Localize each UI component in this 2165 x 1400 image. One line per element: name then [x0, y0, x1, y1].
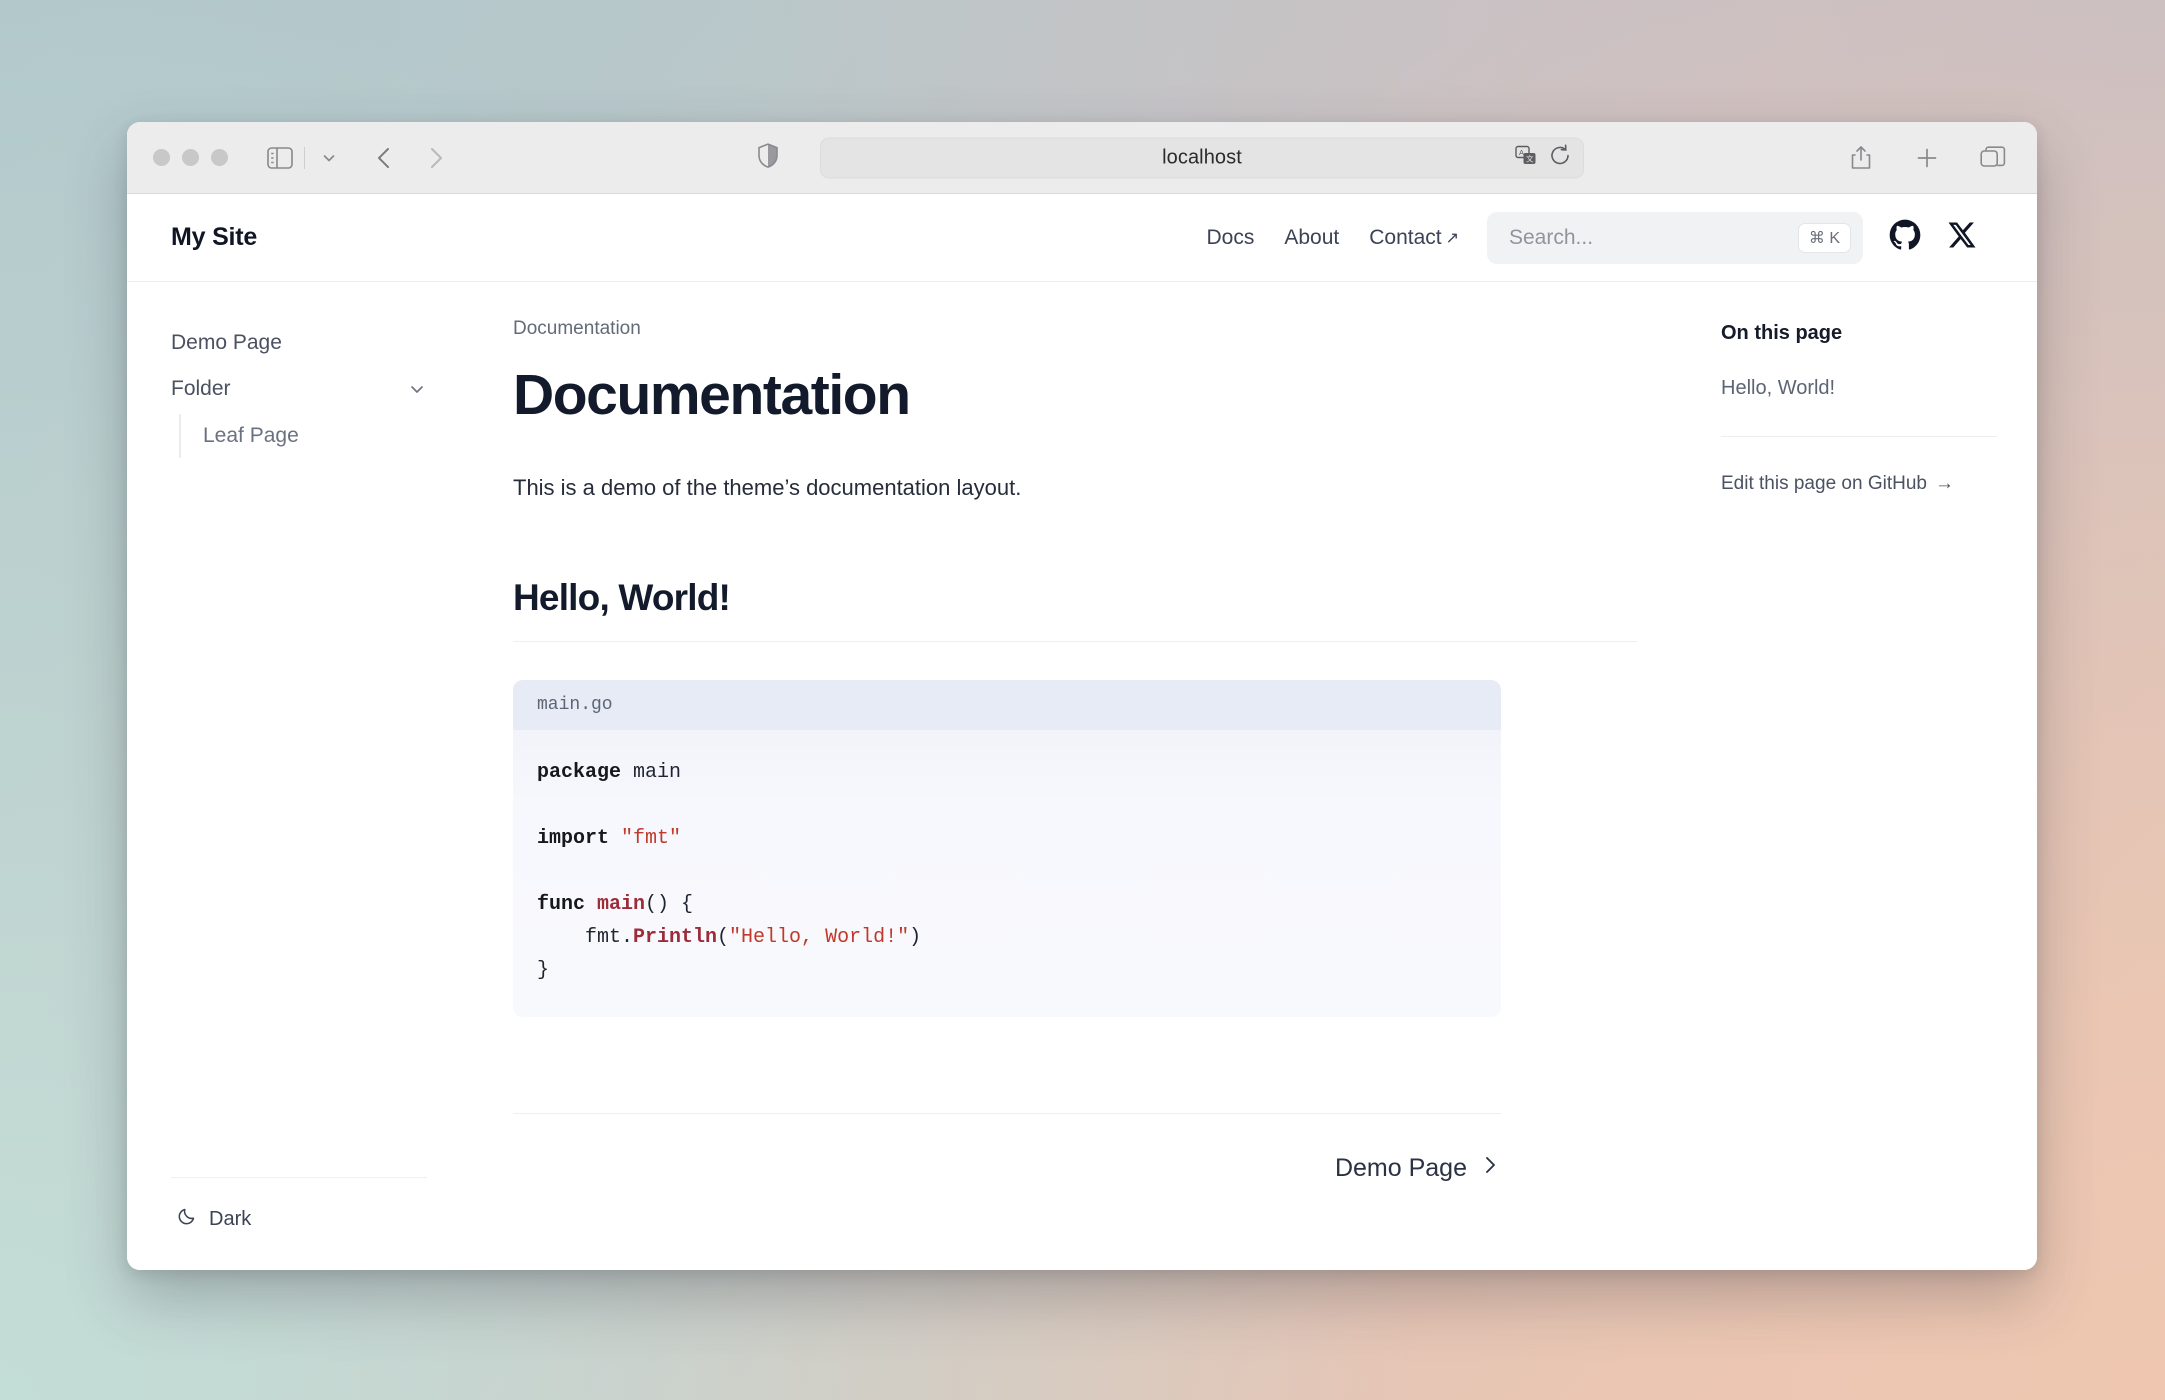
- chevron-right-icon: [1479, 1154, 1501, 1183]
- nav-link-about[interactable]: About: [1284, 226, 1339, 250]
- code-block: main.go package main import "fmt" func m…: [513, 679, 1501, 1017]
- page-pagination: Demo Page: [513, 1114, 1501, 1223]
- edit-on-github-label: Edit this page on GitHub: [1721, 473, 1927, 494]
- sidebar-item-folder-label: Folder: [171, 377, 231, 400]
- svg-text:文: 文: [1526, 153, 1534, 163]
- toc-link-hello-world[interactable]: Hello, World!: [1721, 377, 1997, 400]
- search-placeholder: Search...: [1509, 225, 1594, 249]
- code-token: package: [537, 760, 622, 784]
- code-token: () {: [645, 892, 694, 916]
- navigation-arrows[interactable]: [365, 138, 455, 178]
- github-icon[interactable]: [1889, 219, 1921, 256]
- code-block-content[interactable]: package main import "fmt" func main() { …: [513, 730, 1501, 1017]
- page-columns: Demo Page Folder Leaf Page Dark Document…: [127, 282, 2037, 1270]
- minimize-window-button[interactable]: [182, 149, 199, 166]
- page-viewport: My Site Docs About Contact ↗ Search... ⌘…: [127, 194, 2037, 1270]
- table-of-contents: On this page Hello, World! Edit this pag…: [1697, 282, 2037, 1270]
- next-page-link[interactable]: Demo Page: [1335, 1154, 1501, 1183]
- window-controls[interactable]: [153, 149, 228, 166]
- arrow-right-icon: →: [1934, 473, 1954, 494]
- nav-link-contact[interactable]: Contact ↗: [1369, 226, 1459, 250]
- translate-icon[interactable]: A 文: [1515, 144, 1537, 171]
- x-twitter-icon[interactable]: [1947, 220, 1977, 255]
- site-nav: Docs About Contact ↗: [1206, 226, 1459, 250]
- theme-toggle-button[interactable]: Dark: [171, 1202, 257, 1236]
- close-window-button[interactable]: [153, 149, 170, 166]
- browser-toolbar: localhost A 文: [127, 122, 2037, 194]
- code-block-filename: main.go: [513, 679, 1501, 730]
- site-brand[interactable]: My Site: [171, 223, 257, 252]
- svg-text:A: A: [1519, 148, 1524, 157]
- tab-overview-icon[interactable]: [1973, 138, 2013, 178]
- toolbar-divider: [304, 146, 305, 169]
- toolbar-actions[interactable]: [1841, 138, 2013, 178]
- nav-link-docs-label: Docs: [1206, 225, 1255, 249]
- search-input[interactable]: Search... ⌘ K: [1487, 211, 1863, 264]
- share-icon[interactable]: [1841, 138, 1881, 178]
- search-shortcut-badge: ⌘ K: [1797, 222, 1851, 253]
- nav-link-contact-label: Contact: [1369, 225, 1442, 249]
- sidebar-item-demo-page-label: Demo Page: [171, 331, 282, 354]
- chevron-down-icon[interactable]: [309, 138, 349, 178]
- code-token: main: [597, 892, 646, 916]
- intro-paragraph: This is a demo of the theme’s documentat…: [513, 474, 1022, 500]
- nav-link-docs[interactable]: Docs: [1206, 226, 1254, 250]
- plus-icon[interactable]: [1907, 138, 1947, 178]
- shield-icon[interactable]: [757, 142, 779, 173]
- code-token: }: [537, 958, 550, 982]
- left-sidebar: Demo Page Folder Leaf Page Dark: [127, 282, 457, 1270]
- sidebar-subtree: Leaf Page: [179, 414, 427, 458]
- code-token: ): [909, 925, 922, 949]
- moon-icon: [177, 1206, 197, 1232]
- toc-divider: [1721, 436, 1997, 437]
- sidebar-toggle-group[interactable]: [260, 138, 349, 178]
- address-bar[interactable]: localhost A 文: [820, 137, 1584, 178]
- code-token: main: [621, 760, 682, 784]
- social-links: [1889, 219, 1977, 256]
- code-token: func: [537, 892, 586, 916]
- chevron-down-icon[interactable]: [407, 379, 427, 399]
- section-heading-hello-world: Hello, World!: [513, 577, 1637, 642]
- reload-icon[interactable]: [1549, 144, 1571, 171]
- main-content: Documentation Documentation This is a de…: [457, 282, 1697, 1270]
- nav-link-about-label: About: [1284, 225, 1340, 249]
- sidebar-footer: Dark: [171, 1177, 427, 1270]
- sidebar-item-demo-page[interactable]: Demo Page: [171, 320, 427, 366]
- page-title: Documentation: [513, 363, 911, 427]
- back-arrow-icon[interactable]: [365, 138, 405, 178]
- site-header: My Site Docs About Contact ↗ Search... ⌘…: [127, 194, 2037, 282]
- forward-arrow-icon[interactable]: [415, 138, 455, 178]
- theme-toggle-label: Dark: [209, 1207, 252, 1230]
- browser-window: localhost A 文 My Site Docs About Contact…: [127, 122, 2037, 1270]
- toc-title: On this page: [1721, 322, 1843, 344]
- maximize-window-button[interactable]: [211, 149, 228, 166]
- edit-on-github-link[interactable]: Edit this page on GitHub →: [1721, 473, 1954, 495]
- code-token: "Hello, World!": [729, 925, 910, 949]
- code-token: fmt.: [537, 925, 634, 949]
- breadcrumb: Documentation: [513, 318, 641, 339]
- external-link-icon: ↗: [1445, 229, 1459, 247]
- sidebar-icon[interactable]: [260, 138, 300, 178]
- sidebar-item-folder[interactable]: Folder: [171, 366, 427, 412]
- address-bar-actions[interactable]: A 文: [1515, 144, 1571, 171]
- sidebar-item-leaf-page[interactable]: Leaf Page: [203, 414, 427, 458]
- code-token: (: [717, 925, 730, 949]
- code-token: "fmt": [621, 826, 682, 850]
- next-page-label: Demo Page: [1334, 1153, 1467, 1182]
- code-token: Println: [633, 925, 718, 949]
- url-text: localhost: [1162, 146, 1242, 168]
- code-token: import: [537, 826, 610, 850]
